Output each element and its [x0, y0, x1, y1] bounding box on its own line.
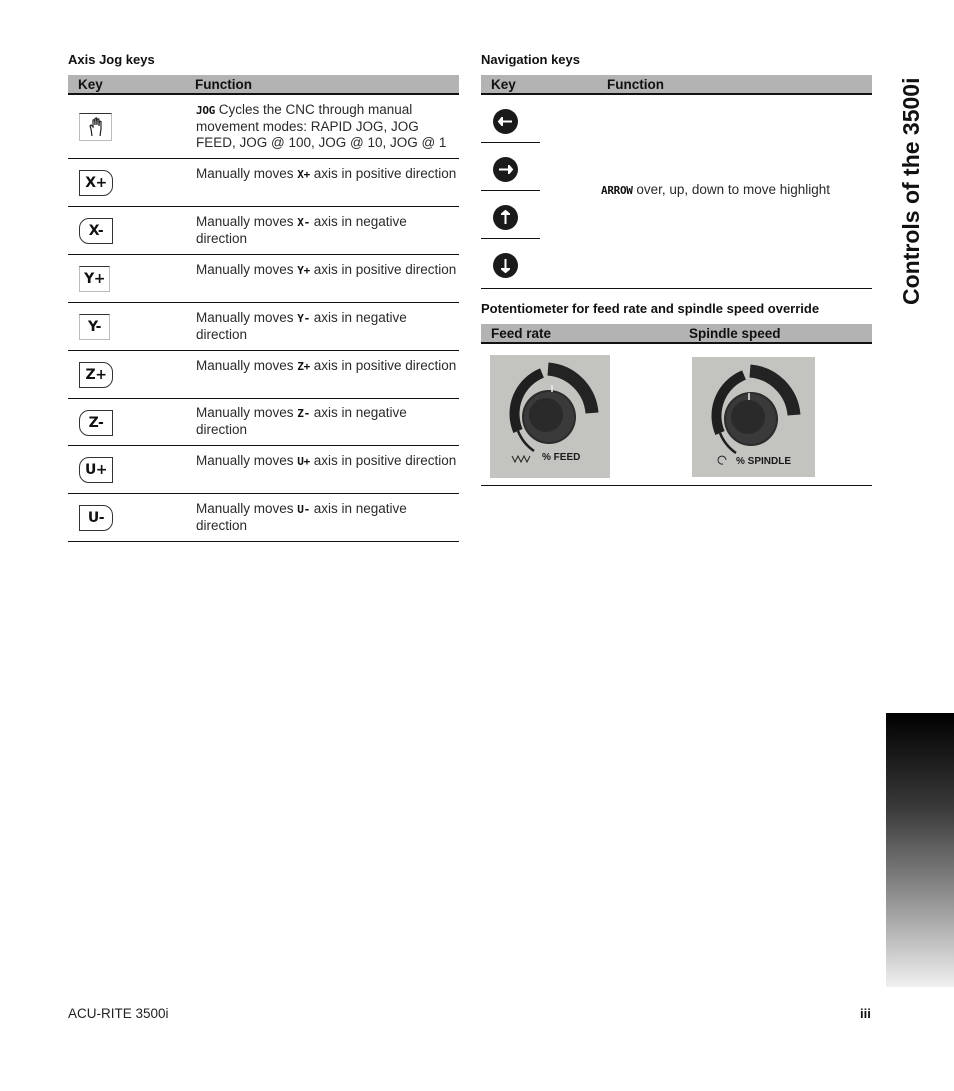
nav-row-left [481, 95, 540, 143]
header-key: Key [491, 77, 516, 92]
table-row-z-minus: Z- Manually moves Z- axis in negative di… [68, 399, 459, 446]
feed-label: % FEED [542, 452, 581, 463]
navigation-description: ARROW over, up, down to move highlight [601, 182, 830, 197]
axis-jog-table: Key Function JOG Cycles the CNC through … [68, 75, 459, 542]
arrow-down-icon[interactable] [493, 253, 518, 278]
row-description: Manually moves Z+ axis in positive direc… [196, 358, 457, 373]
table-row-x-minus: X- Manually moves X- axis in negative di… [68, 207, 459, 255]
side-tab-gradient [886, 713, 954, 987]
nav-row-up [481, 191, 540, 239]
potentiometer-table: Feed rate Spindle speed % FEED % SPINDLE [481, 324, 872, 486]
z-minus-key-icon[interactable]: Z- [79, 410, 113, 436]
row-description: Manually moves U+ axis in positive direc… [196, 453, 457, 468]
hand-jog-icon[interactable] [79, 113, 112, 141]
table-row-y-minus: Y- Manually moves Y- axis in negative di… [68, 303, 459, 351]
navigation-header: Key Function [481, 75, 872, 95]
table-row-y-plus: Y+ Manually moves Y+ axis in positive di… [68, 255, 459, 303]
header-feed-rate: Feed rate [491, 326, 552, 341]
potentiometer-title: Potentiometer for feed rate and spindle … [481, 301, 820, 316]
arrow-right-icon[interactable] [493, 157, 518, 182]
row-description: Manually moves Y- axis in negative direc… [196, 310, 407, 342]
header-function: Function [195, 77, 252, 92]
navigation-title: Navigation keys [481, 52, 580, 67]
table-row-u-plus: U+ Manually moves U+ axis in positive di… [68, 446, 459, 494]
table-row-z-plus: Z+ Manually moves Z+ axis in positive di… [68, 351, 459, 399]
row-description: Manually moves Y+ axis in positive direc… [196, 262, 457, 277]
table-row-x-plus: X+ Manually moves X+ axis in positive di… [68, 159, 459, 207]
arrow-left-icon[interactable] [493, 109, 518, 134]
potentiometer-header: Feed rate Spindle speed [481, 324, 872, 344]
footer-product: ACU-RITE 3500i [68, 1006, 169, 1021]
z-plus-key-icon[interactable]: Z+ [79, 362, 113, 388]
nav-row-down [481, 239, 872, 289]
u-minus-key-icon[interactable]: U- [79, 505, 113, 531]
spindle-label: % SPINDLE [736, 456, 792, 467]
header-spindle-speed: Spindle speed [689, 326, 781, 341]
table-row-jog: JOG Cycles the CNC through manual moveme… [68, 95, 459, 159]
row-description: Manually moves X+ axis in positive direc… [196, 166, 457, 181]
y-minus-key-icon[interactable]: Y- [79, 314, 110, 340]
side-tab-title: Controls of the 3500i [898, 77, 924, 305]
u-plus-key-icon[interactable]: U+ [79, 457, 113, 483]
x-minus-key-icon[interactable]: X- [79, 218, 113, 244]
row-description: Manually moves U- axis in negative direc… [196, 501, 407, 533]
x-plus-key-icon[interactable]: X+ [79, 170, 113, 196]
row-description: Manually moves X- axis in negative direc… [196, 214, 407, 246]
y-plus-key-icon[interactable]: Y+ [79, 266, 110, 292]
feed-rate-potentiometer[interactable]: % FEED [490, 355, 610, 478]
nav-row-right [481, 143, 540, 191]
footer-page-number: iii [860, 1006, 871, 1021]
navigation-table: Key Function ARROW over, up, down to mov… [481, 75, 872, 289]
row-description: Manually moves Z- axis in negative direc… [196, 405, 407, 437]
header-key: Key [78, 77, 103, 92]
header-function: Function [607, 77, 664, 92]
axis-jog-header: Key Function [68, 75, 459, 95]
spindle-speed-potentiometer[interactable]: % SPINDLE [692, 357, 815, 477]
axis-jog-title: Axis Jog keys [68, 52, 155, 67]
arrow-up-icon[interactable] [493, 205, 518, 230]
row-description: JOG Cycles the CNC through manual moveme… [196, 102, 447, 150]
table-row-u-minus: U- Manually moves U- axis in negative di… [68, 494, 459, 542]
